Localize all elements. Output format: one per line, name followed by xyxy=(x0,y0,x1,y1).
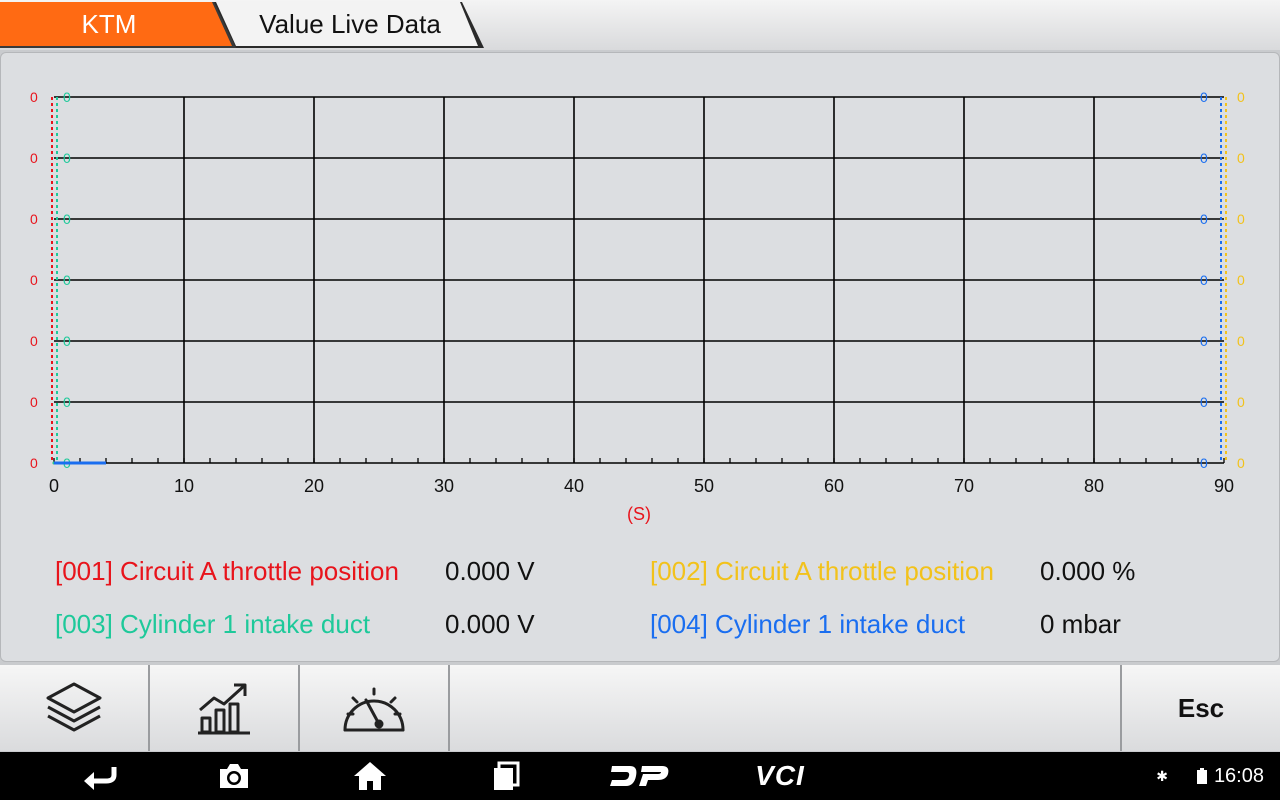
recent-apps-button[interactable] xyxy=(476,752,536,800)
x-tick-label: 80 xyxy=(1084,476,1104,496)
x-tick-label: 60 xyxy=(824,476,844,496)
tab-brand-label: KTM xyxy=(81,8,137,39)
left-axis-label-series-1: 0 xyxy=(30,211,38,227)
live-data-graph: 0 10 20 30 40 50 60 70 80 900 0 0 00 0 0 00 0 0 00 0 0 00 0 0 00… xyxy=(30,89,1245,524)
x-axis-label: (S) xyxy=(627,504,651,524)
right-axis-label-series-4: 0 xyxy=(1200,150,1208,166)
esc-button[interactable]: Esc xyxy=(1120,665,1280,751)
graph-button[interactable] xyxy=(150,665,300,751)
tab-value-label: Value Live Data xyxy=(259,8,441,39)
x-tick-label: 40 xyxy=(564,476,584,496)
android-nav-bar: VCI ✱ 16:08 xyxy=(0,752,1280,800)
bluetooth-icon: ✱ xyxy=(1156,767,1168,784)
right-axis-label-series-4: 0 xyxy=(1200,211,1208,227)
left-axis-label-series-3: 0 xyxy=(63,150,71,166)
tab-brand[interactable]: KTM xyxy=(0,2,238,48)
status-clock: 16:08 xyxy=(1213,764,1264,787)
left-axis-label-series-1: 0 xyxy=(30,394,38,410)
esc-label: Esc xyxy=(1177,692,1225,723)
screenshot-button[interactable] xyxy=(204,752,264,800)
legend-value-4: 0 mbar xyxy=(1040,609,1121,639)
home-icon xyxy=(354,762,386,790)
right-axis-label-series-4: 0 xyxy=(1200,455,1208,471)
left-axis-label-series-3: 0 xyxy=(63,89,71,105)
left-axis-label-series-3: 0 xyxy=(63,394,71,410)
bottom-toolbar: Esc xyxy=(0,665,1280,751)
recent-apps-icon xyxy=(494,761,520,790)
vci-button[interactable]: VCI xyxy=(740,752,820,800)
left-axis-label-series-1: 0 xyxy=(30,89,38,105)
right-axis-label-series-4: 0 xyxy=(1200,89,1208,105)
right-axis-label-series-2: 0 xyxy=(1237,333,1245,349)
back-button[interactable] xyxy=(70,752,130,800)
left-axis-label-series-3: 0 xyxy=(63,272,71,288)
legend-label-2: [002] Circuit A throttle position xyxy=(650,556,994,586)
layers-icon xyxy=(46,682,102,732)
left-axis-label-series-1: 0 xyxy=(30,150,38,166)
legend-label-3: [003] Cylinder 1 intake duct xyxy=(55,609,371,639)
dp-button[interactable] xyxy=(600,752,680,800)
battery-icon xyxy=(1197,768,1207,784)
x-tick-label: 50 xyxy=(694,476,714,496)
x-tick-label: 0 xyxy=(49,476,59,496)
legend-label-1: [001] Circuit A throttle position xyxy=(55,556,399,586)
home-button[interactable] xyxy=(340,752,400,800)
right-axis-label-series-2: 0 xyxy=(1237,272,1245,288)
right-axis-label-series-4: 0 xyxy=(1200,272,1208,288)
left-axis-label-series-3: 0 xyxy=(63,333,71,349)
legend-value-2: 0.000 % xyxy=(1040,556,1136,586)
layers-button[interactable] xyxy=(0,665,150,751)
x-tick-label: 20 xyxy=(304,476,324,496)
x-tick-label: 90 xyxy=(1214,476,1234,496)
status-icons: ✱ xyxy=(1156,752,1208,800)
legend-value-1: 0.000 V xyxy=(445,556,535,586)
left-axis-label-series-1: 0 xyxy=(30,455,38,471)
x-tick-label: 10 xyxy=(174,476,194,496)
left-axis-label-series-3: 0 xyxy=(63,211,71,227)
left-axis-label-series-1: 0 xyxy=(30,333,38,349)
dp-icon xyxy=(610,766,669,786)
camera-icon xyxy=(220,764,248,788)
gauge-icon xyxy=(343,687,405,732)
right-axis-label-series-2: 0 xyxy=(1237,455,1245,471)
vci-icon: VCI xyxy=(755,760,805,791)
right-axis-label-series-2: 0 xyxy=(1237,150,1245,166)
title-bar: KTM Value Live Data xyxy=(0,0,1280,50)
right-axis-label-series-4: 0 xyxy=(1200,333,1208,349)
left-axis-label-series-1: 0 xyxy=(30,272,38,288)
right-axis-label-series-4: 0 xyxy=(1200,394,1208,410)
x-tick-label: 30 xyxy=(434,476,454,496)
graph-trend-icon xyxy=(198,683,250,735)
x-tick-label: 70 xyxy=(954,476,974,496)
right-axis-label-series-2: 0 xyxy=(1237,211,1245,227)
gauge-button[interactable] xyxy=(300,665,450,751)
back-icon xyxy=(84,767,117,790)
right-axis-label-series-2: 0 xyxy=(1237,394,1245,410)
right-axis-label-series-2: 0 xyxy=(1237,89,1245,105)
tab-value-live-data[interactable]: Value Live Data xyxy=(214,2,486,48)
legend-label-4: [004] Cylinder 1 intake duct xyxy=(650,609,966,639)
wifi-icon xyxy=(1174,772,1182,783)
legend-value-3: 0.000 V xyxy=(445,609,535,639)
